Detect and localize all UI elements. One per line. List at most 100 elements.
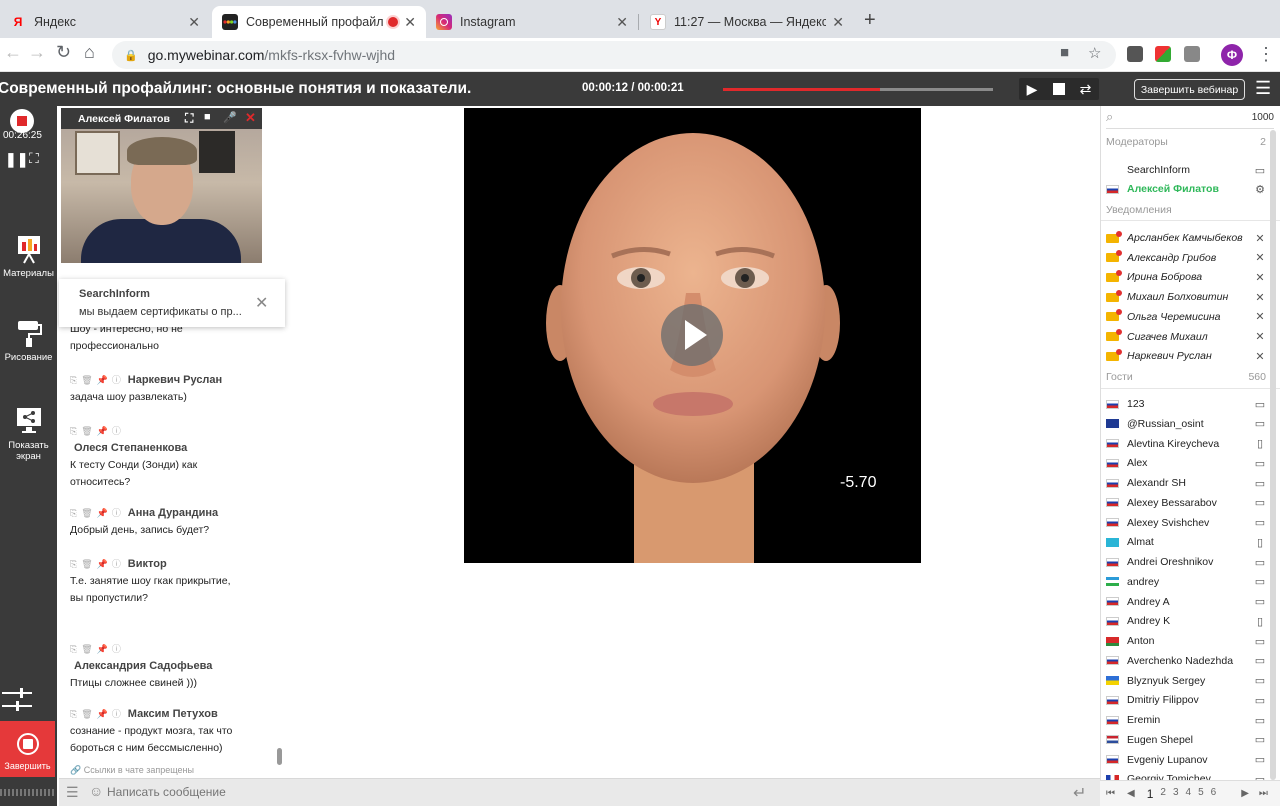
page-5-button[interactable]: 5 <box>1198 787 1204 801</box>
close-icon[interactable]: ✕ <box>616 14 628 31</box>
page-6-button[interactable]: 6 <box>1211 787 1217 801</box>
emoji-icon[interactable]: ☺ <box>89 783 103 799</box>
guest-row[interactable]: Blyznyuk Sergey ▭ <box>1106 672 1266 690</box>
close-icon[interactable]: ✕ <box>1254 310 1266 323</box>
chat-notification[interactable]: SearchInform мы выдаем сертификаты о пр.… <box>59 279 285 327</box>
guest-row[interactable]: Alexey Bessarabov ▭ <box>1106 494 1266 512</box>
microphone-icon[interactable]: 🎤 <box>223 111 237 124</box>
close-icon[interactable]: ✕ <box>832 14 844 31</box>
first-page-icon[interactable]: ⏮ <box>1106 788 1115 799</box>
new-tab-button[interactable]: + <box>864 9 876 32</box>
finish-button[interactable]: Завершить <box>0 721 55 777</box>
close-icon[interactable]: ✕ <box>404 14 416 31</box>
share-screen-button[interactable]: Показать экран <box>0 406 57 462</box>
guest-row[interactable]: Evgeniy Lupanov ▭ <box>1106 751 1266 769</box>
notification-row[interactable]: Михаил Болховитин ✕ <box>1106 288 1266 306</box>
volume-slider-handle[interactable] <box>20 688 23 698</box>
guest-row[interactable]: Alevtina Kireycheva ▯ <box>1106 435 1266 453</box>
more-menu-icon[interactable]: ⋮ <box>1257 44 1275 65</box>
next-page-icon[interactable]: ▶ <box>1241 788 1249 799</box>
tab-yandex[interactable]: Я Яндекс ✕ <box>0 6 210 38</box>
bookmark-star-icon[interactable]: ☆ <box>1088 44 1101 62</box>
chat-scrollbar[interactable] <box>277 748 282 765</box>
participant-search[interactable]: ⌕ 1000 <box>1106 109 1274 129</box>
notification-row[interactable]: Александр Грибов ✕ <box>1106 249 1266 267</box>
mic-slider-handle[interactable] <box>16 701 19 711</box>
moderator-row[interactable]: SearchInform ▭ <box>1106 161 1266 179</box>
close-icon[interactable]: ✕ <box>1254 271 1266 284</box>
fullscreen-icon[interactable]: ⛶ <box>29 150 39 167</box>
video-player[interactable]: -5.70 <box>464 108 921 563</box>
guest-row[interactable]: @Russian_osint ▭ <box>1106 415 1266 433</box>
reload-icon[interactable]: ↻ <box>56 42 71 63</box>
message-actions-icon[interactable]: ⎘🗑📌ⓘ <box>70 644 125 654</box>
expand-icon[interactable]: ⛶ <box>185 111 193 126</box>
end-webinar-button[interactable]: Завершить вебинар <box>1134 79 1245 100</box>
extension-icon[interactable] <box>1184 46 1200 62</box>
extension-icon[interactable] <box>1155 46 1171 62</box>
guest-row[interactable]: Georgiy Tomichev ▭ <box>1106 770 1266 780</box>
notification-row[interactable]: Наркевич Руслан ✕ <box>1106 347 1266 365</box>
close-icon[interactable]: ✕ <box>1254 350 1266 363</box>
notification-row[interactable]: Ирина Боброва ✕ <box>1106 268 1266 286</box>
guest-row[interactable]: Averchenko Nadezhda ▭ <box>1106 652 1266 670</box>
volume-slider[interactable] <box>2 692 32 694</box>
close-icon[interactable]: ✕ <box>1254 330 1266 343</box>
drawing-button[interactable]: Рисование <box>0 318 57 363</box>
message-actions-icon[interactable]: ⎘🗑📌ⓘ <box>70 709 125 719</box>
message-actions-icon[interactable]: ⎘🗑📌ⓘ <box>70 559 125 569</box>
extension-icon[interactable] <box>1127 46 1143 62</box>
close-icon[interactable]: ✕ <box>1254 232 1266 245</box>
pause-icon[interactable]: ❚❚ <box>5 151 28 168</box>
close-icon[interactable]: ✕ <box>1254 251 1266 264</box>
hamburger-menu-icon[interactable]: ☰ <box>1255 78 1271 99</box>
stop-icon[interactable] <box>1052 83 1065 95</box>
guest-row[interactable]: Alexandr SH ▭ <box>1106 474 1266 492</box>
materials-button[interactable]: Материалы <box>0 234 57 279</box>
page-1-button[interactable]: 1 <box>1147 787 1154 801</box>
guest-row[interactable]: Eugen Shepel ▭ <box>1106 731 1266 749</box>
guest-row[interactable]: Alexey Svishchev ▭ <box>1106 514 1266 532</box>
moderator-row[interactable]: Алексей Филатов ⚙ <box>1106 180 1266 198</box>
moderators-header[interactable]: Модераторы 2 <box>1106 136 1266 148</box>
guest-row[interactable]: andrey ▭ <box>1106 573 1266 591</box>
guest-row[interactable]: Anton ▭ <box>1106 632 1266 650</box>
gear-icon[interactable]: ⚙ <box>1254 183 1266 196</box>
playback-progress[interactable] <box>723 88 993 91</box>
play-icon[interactable]: ▶ <box>1027 81 1038 98</box>
message-input[interactable] <box>107 782 1047 802</box>
video-camera-icon[interactable]: ■ <box>204 111 211 123</box>
address-bar[interactable]: 🔒 go.mywebinar.com/mkfs-rksx-fvhw-wjhd ■… <box>112 41 1116 69</box>
menu-lines-icon[interactable]: ☰ <box>66 784 79 801</box>
prev-page-icon[interactable]: ◀ <box>1127 788 1135 799</box>
tab-webinar[interactable]: Современный профайлинг ✕ <box>212 6 426 38</box>
tab-yandex-time[interactable]: Y 11:27 — Москва — Яндекс.Время ✕ <box>640 6 854 38</box>
message-actions-icon[interactable]: ⎘🗑📌ⓘ <box>70 508 125 518</box>
page-4-button[interactable]: 4 <box>1186 787 1192 801</box>
close-icon[interactable]: ✕ <box>1254 291 1266 304</box>
message-actions-icon[interactable]: ⎘🗑📌ⓘ <box>70 426 125 436</box>
send-icon[interactable]: ↵ <box>1073 783 1086 803</box>
forward-arrow-icon[interactable]: → <box>28 42 46 63</box>
close-icon[interactable]: ✕ <box>255 293 268 313</box>
guest-row[interactable]: Dmitriy Filippov ▭ <box>1106 691 1266 709</box>
page-2-button[interactable]: 2 <box>1160 787 1166 801</box>
close-icon[interactable]: ✕ <box>188 14 200 31</box>
participants-scrollbar[interactable] <box>1270 130 1276 780</box>
close-icon[interactable]: ✕ <box>245 110 256 126</box>
guest-row[interactable]: Andrey K ▯ <box>1106 612 1266 630</box>
profile-avatar[interactable]: Ф <box>1221 44 1243 66</box>
notification-row[interactable]: Арсланбек Камчыбеков ✕ <box>1106 229 1266 247</box>
message-actions-icon[interactable]: ⎘🗑📌ⓘ <box>70 375 125 385</box>
back-arrow-icon[interactable]: ← <box>4 42 22 63</box>
notification-row[interactable]: Сигачев Михаил ✕ <box>1106 328 1266 346</box>
tab-instagram[interactable]: Instagram ✕ <box>426 6 638 38</box>
guest-row[interactable]: Andrey A ▭ <box>1106 593 1266 611</box>
guests-header[interactable]: Гости 560 <box>1106 371 1266 383</box>
guest-row[interactable]: 123 ▭ <box>1106 395 1266 413</box>
notification-row[interactable]: Ольга Черемисина ✕ <box>1106 308 1266 326</box>
guest-row[interactable]: Alex ▭ <box>1106 454 1266 472</box>
page-3-button[interactable]: 3 <box>1173 787 1179 801</box>
repeat-icon[interactable]: ⇄ <box>1080 81 1092 98</box>
home-icon[interactable]: ⌂ <box>84 42 95 63</box>
